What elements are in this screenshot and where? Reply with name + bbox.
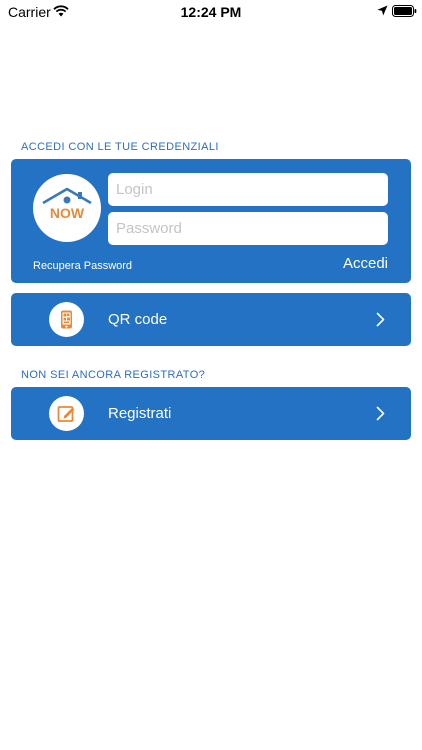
login-input[interactable] — [108, 173, 388, 206]
status-bar: Carrier 12:24 PM — [0, 0, 422, 22]
svg-text:NOW: NOW — [50, 205, 85, 221]
login-card: NOW Recupera Password Accedi — [11, 159, 411, 283]
chevron-right-icon — [376, 406, 385, 421]
credentials-heading: ACCEDI CON LE TUE CREDENZIALI — [21, 141, 219, 153]
login-button[interactable]: Accedi — [343, 255, 388, 272]
qr-code-label: QR code — [108, 311, 168, 328]
edit-note-icon — [57, 406, 75, 422]
register-heading: NON SEI ANCORA REGISTRATO? — [21, 369, 206, 381]
qr-phone-icon — [61, 310, 72, 329]
chevron-right-icon — [376, 312, 385, 327]
register-label: Registrati — [108, 405, 172, 422]
house-logo-icon: NOW — [42, 187, 92, 221]
password-input[interactable] — [108, 212, 388, 245]
register-button[interactable]: Registrati — [11, 387, 411, 440]
qr-code-button[interactable]: QR code — [11, 293, 411, 346]
recover-password-link[interactable]: Recupera Password — [33, 260, 132, 272]
qr-icon-circle — [49, 302, 84, 337]
app-logo: NOW — [33, 174, 101, 242]
clock: 12:24 PM — [180, 4, 242, 20]
battery-icon — [392, 5, 417, 17]
location-arrow-icon — [377, 5, 388, 16]
register-icon-circle — [49, 396, 84, 431]
